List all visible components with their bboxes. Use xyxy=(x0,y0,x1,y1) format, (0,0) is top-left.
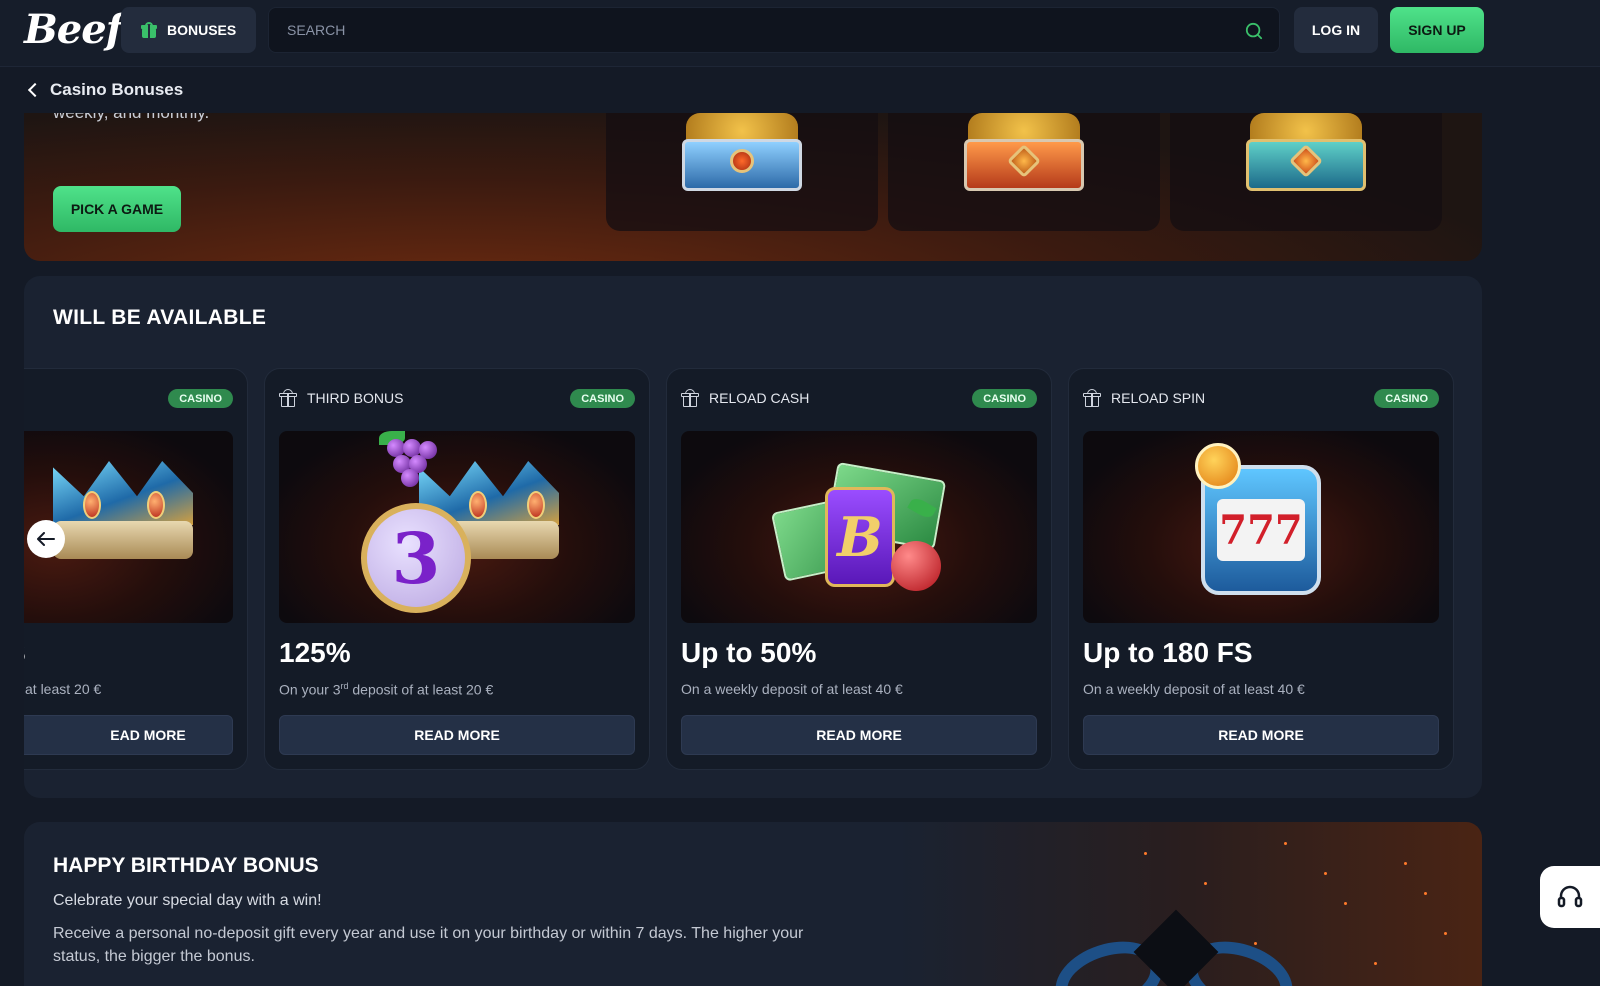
card-title: RELOAD SPIN xyxy=(1111,390,1206,406)
read-more-button[interactable]: READ MORE xyxy=(279,715,635,755)
bonus-image: 3 xyxy=(279,431,635,623)
search-bar[interactable] xyxy=(268,7,1280,53)
bonus-description: On a weekly deposit of at least 40 € xyxy=(1083,681,1305,697)
bonuses-button[interactable]: BONUSES xyxy=(121,7,256,53)
search-input[interactable] xyxy=(269,8,1169,52)
bonus-image: 777 xyxy=(1083,431,1439,623)
read-more-button[interactable]: READ MORE xyxy=(681,715,1037,755)
chest-card-2[interactable] xyxy=(888,113,1160,231)
read-more-button[interactable]: READ MORE xyxy=(1083,715,1439,755)
read-more-button[interactable]: EAD MORE xyxy=(24,715,233,755)
carousel-prev-button[interactable] xyxy=(27,520,65,558)
bonus-card-reload-spin[interactable]: RELOAD SPIN CASINO 777 Up to 180 FS On a… xyxy=(1068,368,1454,770)
chevron-left-icon[interactable] xyxy=(27,82,43,98)
gift-icon xyxy=(141,22,157,38)
casino-badge: CASINO xyxy=(168,389,233,408)
bonus-card[interactable]: CASINO S at least 20 € EAD MORE xyxy=(24,368,248,770)
bonus-image: B xyxy=(681,431,1037,623)
chest-card-1[interactable] xyxy=(606,113,878,231)
card-header: RELOAD CASH xyxy=(681,389,809,407)
casino-badge: CASINO xyxy=(570,389,635,408)
gift-bow-image xyxy=(1045,909,1303,986)
top-header: Beef BONUSES LOG IN SIGN UP xyxy=(0,0,1600,67)
breadcrumb-label: Casino Bonuses xyxy=(50,80,184,99)
bonus-description: at least 20 € xyxy=(25,681,102,697)
bonus-card-third-bonus[interactable]: THIRD BONUS CASINO 3 125% On your 3rd de… xyxy=(264,368,650,770)
logo[interactable]: Beef xyxy=(24,6,123,53)
bonus-description: On a weekly deposit of at least 40 € xyxy=(681,681,903,697)
card-title: THIRD BONUS xyxy=(307,390,404,406)
gift-icon xyxy=(279,389,297,407)
card-header: RELOAD SPIN xyxy=(1083,389,1205,407)
pick-a-game-button[interactable]: PICK A GAME xyxy=(53,186,181,232)
treasure-chest-image xyxy=(964,113,1084,191)
search-icon[interactable] xyxy=(1245,22,1263,40)
treasure-chest-image xyxy=(682,113,802,191)
gift-icon xyxy=(681,389,699,407)
chest-card-3[interactable] xyxy=(1170,113,1442,231)
card-header: THIRD BONUS xyxy=(279,389,403,407)
hero-text: weekly, and monthly. xyxy=(53,113,209,123)
will-be-available-section: WILL BE AVAILABLE CASINO S at least 20 €… xyxy=(24,276,1482,798)
bonus-value: Up to 180 FS xyxy=(1083,637,1253,668)
bonus-value: 125% xyxy=(279,637,351,668)
treasure-chest-image xyxy=(1246,113,1366,191)
birthday-bonus-section: HAPPY BIRTHDAY BONUS Celebrate your spec… xyxy=(24,822,1482,986)
birthday-subtitle: Celebrate your special day with a win! xyxy=(53,892,322,909)
bonus-value: Up to 50% xyxy=(681,637,817,668)
gift-icon xyxy=(1083,389,1101,407)
signup-button[interactable]: SIGN UP xyxy=(1390,7,1484,53)
login-button[interactable]: LOG IN xyxy=(1294,7,1378,53)
breadcrumb[interactable]: Casino Bonuses xyxy=(24,78,183,102)
arrow-left-icon xyxy=(37,532,55,546)
birthday-description: Receive a personal no-deposit gift every… xyxy=(53,925,804,965)
bonus-card-reload-cash[interactable]: RELOAD CASH CASINO B Up to 50% On a week… xyxy=(666,368,1052,770)
card-title: RELOAD CASH xyxy=(709,390,810,406)
bonuses-label: BONUSES xyxy=(167,22,237,38)
bonus-value-fragment: S xyxy=(24,637,26,669)
birthday-title: HAPPY BIRTHDAY BONUS xyxy=(53,854,319,877)
bonus-description: On your 3rd deposit of at least 20 € xyxy=(279,681,494,698)
casino-badge: CASINO xyxy=(1374,389,1439,408)
casino-badge: CASINO xyxy=(972,389,1037,408)
crown-art xyxy=(43,451,203,571)
section-title: WILL BE AVAILABLE xyxy=(53,306,267,329)
support-chat-button[interactable] xyxy=(1540,866,1600,928)
headset-icon xyxy=(1557,885,1583,908)
hero-banner: weekly, and monthly. PICK A GAME xyxy=(24,113,1482,261)
